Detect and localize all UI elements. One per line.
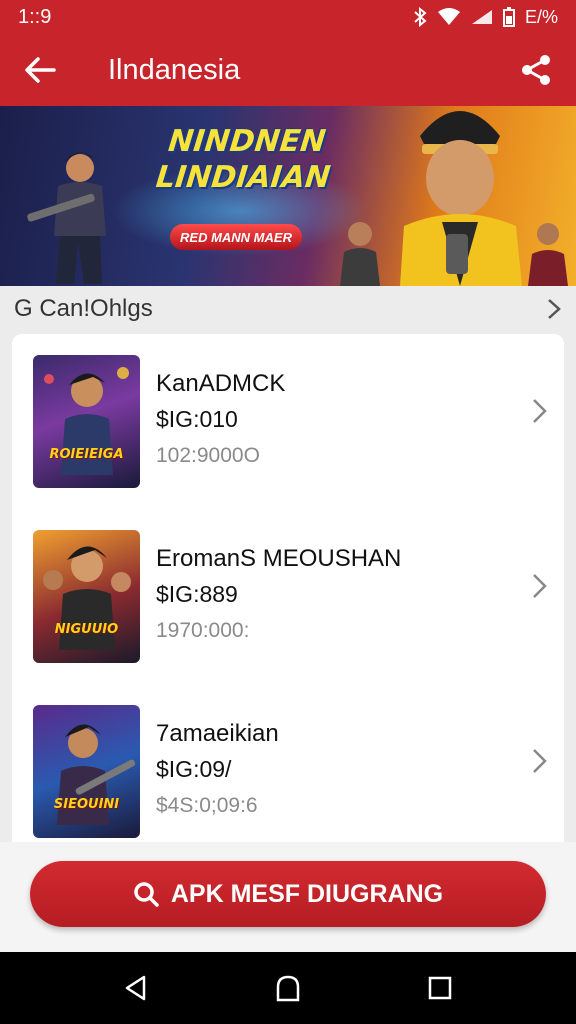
status-bar: 1::9 E/% xyxy=(0,0,576,34)
product-thumbnail: NIGUUIO xyxy=(33,530,140,663)
app-screen: 1::9 E/% Ilndanesia NINDNEN LINDIAIAN RE… xyxy=(0,0,576,1024)
back-button[interactable] xyxy=(0,34,80,106)
product-list: ROIEIEIGA KanADMCK $IG:010 102:9000O NIG… xyxy=(12,334,564,854)
promo-banner[interactable]: NINDNEN LINDIAIAN RED MANN MAER xyxy=(0,106,576,286)
status-time: 1::9 xyxy=(18,5,52,28)
chevron-right-icon xyxy=(533,574,547,598)
arrow-left-icon xyxy=(25,57,56,83)
product-thumbnail: ROIEIEIGA xyxy=(33,355,140,488)
nav-recents-button[interactable] xyxy=(416,964,464,1012)
thumbnail-label: ROIEIEIGA xyxy=(49,447,124,462)
thumbnail-label: NIGUUIO xyxy=(54,622,119,637)
hero-crowd-illustration xyxy=(340,222,380,286)
share-button[interactable] xyxy=(496,34,576,106)
product-meta: 102:9000O xyxy=(156,444,260,467)
signal-icon xyxy=(471,10,492,24)
battery-text: E/% xyxy=(524,6,558,27)
app-bar: Ilndanesia xyxy=(0,34,576,106)
page-title: Ilndanesia xyxy=(108,53,241,86)
chevron-right-icon xyxy=(533,749,547,773)
product-meta: $4S:0;09:6 xyxy=(156,794,258,817)
nav-back-button[interactable] xyxy=(112,964,160,1012)
share-icon xyxy=(522,55,550,85)
thumbnail-art xyxy=(43,546,131,650)
hero-far-right-illustration xyxy=(528,223,568,286)
banner-title: NINDNEN LINDIAIAN xyxy=(126,124,364,196)
banner-title-line1: NINDNEN xyxy=(166,124,328,159)
list-item[interactable]: NIGUUIO EromanS MEOUSHAN $IG:889 1970:00… xyxy=(12,509,564,679)
battery-icon xyxy=(502,7,515,27)
chevron-right-icon xyxy=(548,299,561,319)
square-recents-icon xyxy=(428,976,452,1000)
product-meta: 1970:000: xyxy=(156,619,250,642)
product-thumbnail: SIEOUINI xyxy=(33,705,140,838)
banner-title-line2: LINDIAIAN xyxy=(154,160,333,195)
product-price: $IG:09/ xyxy=(156,756,232,782)
section-title: G Can!Ohlgs xyxy=(14,295,153,322)
product-name: KanADMCK xyxy=(156,370,286,397)
search-icon xyxy=(134,882,159,907)
thumbnail-art xyxy=(44,367,129,475)
banner-tag: RED MANN MAER xyxy=(170,224,302,250)
nav-home-button[interactable] xyxy=(264,964,312,1012)
list-item[interactable]: SIEOUINI 7amaeikian $IG:09/ $4S:0;09:6 xyxy=(12,684,564,854)
product-name: 7amaeikian xyxy=(156,720,279,747)
product-price: $IG:010 xyxy=(156,406,238,432)
section-header[interactable]: G Can!Ohlgs xyxy=(0,286,576,332)
status-icons: E/% xyxy=(413,7,558,28)
home-icon xyxy=(276,975,300,1002)
system-nav-bar xyxy=(0,952,576,1024)
thumbnail-label: SIEOUINI xyxy=(53,797,120,812)
wifi-icon xyxy=(437,8,460,25)
thumbnail-art xyxy=(57,724,136,825)
hero-left-illustration xyxy=(27,152,106,284)
triangle-back-icon xyxy=(125,975,146,1001)
bluetooth-icon xyxy=(414,7,427,27)
apk-button-label: APK MESF DIUGRANG xyxy=(170,879,444,908)
product-price: $IG:889 xyxy=(156,581,238,607)
list-item[interactable]: ROIEIEIGA KanADMCK $IG:010 102:9000O xyxy=(12,334,564,504)
chevron-right-icon xyxy=(533,399,547,423)
apk-download-button[interactable]: APK MESF DIUGRANG xyxy=(30,861,546,927)
hero-right-illustration xyxy=(400,111,522,286)
product-name: EromanS MEOUSHAN xyxy=(156,545,402,572)
